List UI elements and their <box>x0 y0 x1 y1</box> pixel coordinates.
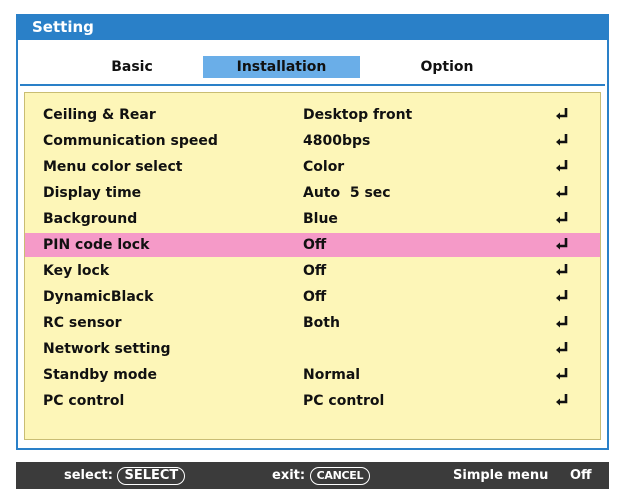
setting-label: Ceiling & Rear <box>43 107 156 123</box>
setting-value: Off <box>303 263 327 279</box>
setting-value: Off <box>303 237 327 253</box>
cancel-key-badge: CANCEL <box>309 467 371 485</box>
setting-value: Desktop front <box>303 107 413 123</box>
setting-value: PC control <box>303 393 385 409</box>
setting-value: Auto 5 sec <box>303 185 391 201</box>
setting-label: PIN code lock <box>43 237 150 253</box>
menu-mode-value: Off <box>570 468 592 483</box>
enter-icon[interactable] <box>555 107 569 121</box>
setting-label: Network setting <box>43 341 171 357</box>
enter-icon[interactable] <box>555 393 569 407</box>
setting-row-key-lock[interactable]: Key lock Off <box>25 259 600 283</box>
installation-panel: Ceiling & Rear Desktop front Communicati… <box>24 92 601 440</box>
setting-row-pc-control[interactable]: PC control PC control <box>25 389 600 413</box>
enter-icon[interactable] <box>555 315 569 329</box>
setting-row-pin-code-lock[interactable]: PIN code lock Off <box>25 233 600 257</box>
setting-label: Key lock <box>43 263 110 279</box>
enter-icon[interactable] <box>555 237 569 251</box>
enter-icon[interactable] <box>555 341 569 355</box>
enter-icon[interactable] <box>555 159 569 173</box>
setting-row-background[interactable]: Background Blue <box>25 207 600 231</box>
setting-label: RC sensor <box>43 315 122 331</box>
enter-icon[interactable] <box>555 185 569 199</box>
tab-basic[interactable]: Basic <box>84 56 180 78</box>
setting-value: Both <box>303 315 340 331</box>
select-key-badge: SELECT <box>117 467 186 485</box>
setting-row-ceiling-rear[interactable]: Ceiling & Rear Desktop front <box>25 103 600 127</box>
enter-icon[interactable] <box>555 367 569 381</box>
exit-hint-label: exit: <box>272 468 306 483</box>
tab-installation[interactable]: Installation <box>203 56 360 78</box>
menu-title: Setting <box>32 18 94 36</box>
setting-value: 4800bps <box>303 133 371 149</box>
setting-label: Menu color select <box>43 159 183 175</box>
setting-row-communication-speed[interactable]: Communication speed 4800bps <box>25 129 600 153</box>
select-hint-label: select: <box>64 468 113 483</box>
setting-label: PC control <box>43 393 125 409</box>
menu-mode-label: Simple menu <box>453 468 549 483</box>
status-bar: select: SELECT exit: CANCEL Simple menu … <box>16 462 609 489</box>
setting-row-standby-mode[interactable]: Standby mode Normal <box>25 363 600 387</box>
tab-divider <box>20 84 605 86</box>
setting-value: Blue <box>303 211 338 227</box>
tab-option[interactable]: Option <box>403 56 491 78</box>
setting-label: Background <box>43 211 138 227</box>
setting-value: Off <box>303 289 327 305</box>
menu-title-bar: Setting <box>16 14 609 40</box>
setting-row-menu-color-select[interactable]: Menu color select Color <box>25 155 600 179</box>
tab-bar: Basic Installation Option <box>18 56 607 80</box>
setting-label: DynamicBlack <box>43 289 154 305</box>
enter-icon[interactable] <box>555 289 569 303</box>
setting-label: Communication speed <box>43 133 218 149</box>
setting-row-dynamicblack[interactable]: DynamicBlack Off <box>25 285 600 309</box>
setting-value: Normal <box>303 367 361 383</box>
setting-label: Standby mode <box>43 367 157 383</box>
setting-value: Color <box>303 159 345 175</box>
enter-icon[interactable] <box>555 133 569 147</box>
settings-menu: Basic Installation Option Ceiling & Rear… <box>16 40 609 450</box>
enter-icon[interactable] <box>555 263 569 277</box>
setting-label: Display time <box>43 185 142 201</box>
setting-row-network-setting[interactable]: Network setting <box>25 337 600 361</box>
select-hint: select: SELECT <box>64 462 186 489</box>
enter-icon[interactable] <box>555 211 569 225</box>
setting-row-display-time[interactable]: Display time Auto 5 sec <box>25 181 600 205</box>
exit-hint: exit: CANCEL <box>272 462 371 489</box>
setting-row-rc-sensor[interactable]: RC sensor Both <box>25 311 600 335</box>
